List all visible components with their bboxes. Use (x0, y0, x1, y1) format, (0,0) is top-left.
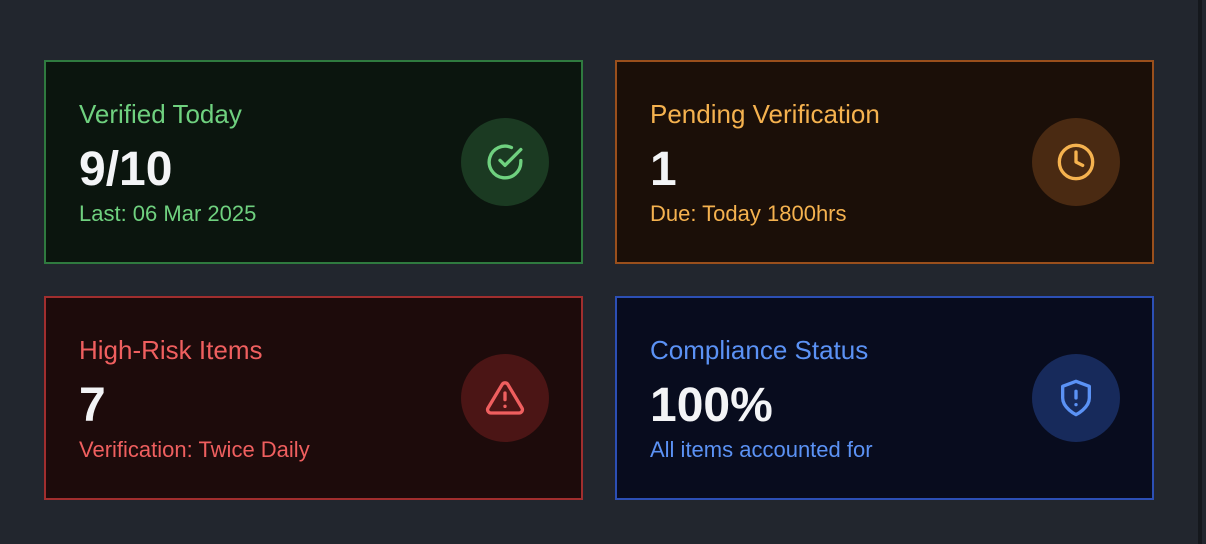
card-subtitle: Due: Today 1800hrs (650, 201, 847, 226)
card-title: Pending Verification (650, 99, 880, 129)
stats-grid: Verified Today 9/10 Last: 06 Mar 2025 Pe… (44, 60, 1154, 500)
card-title: Compliance Status (650, 335, 869, 365)
card-pending-verification: Pending Verification 1 Due: Today 1800hr… (615, 60, 1154, 264)
card-value: 1 (650, 143, 677, 196)
warning-triangle-icon (461, 354, 549, 442)
card-compliance-status: Compliance Status 100% All items account… (615, 296, 1154, 500)
clock-icon (1032, 118, 1120, 206)
card-subtitle: Last: 06 Mar 2025 (79, 201, 257, 226)
window-edge (1198, 0, 1202, 544)
card-value: 9/10 (79, 143, 173, 196)
card-subtitle: All items accounted for (650, 437, 873, 462)
card-subtitle: Verification: Twice Daily (79, 437, 310, 462)
shield-alert-icon (1032, 354, 1120, 442)
card-value: 7 (79, 379, 106, 432)
card-high-risk-items: High-Risk Items 7 Verification: Twice Da… (44, 296, 583, 500)
card-title: High-Risk Items (79, 335, 263, 365)
check-circle-icon (461, 118, 549, 206)
card-verified-today: Verified Today 9/10 Last: 06 Mar 2025 (44, 60, 583, 264)
card-title: Verified Today (79, 99, 242, 129)
card-value: 100% (650, 379, 773, 432)
dashboard-page: Verified Today 9/10 Last: 06 Mar 2025 Pe… (0, 0, 1202, 544)
